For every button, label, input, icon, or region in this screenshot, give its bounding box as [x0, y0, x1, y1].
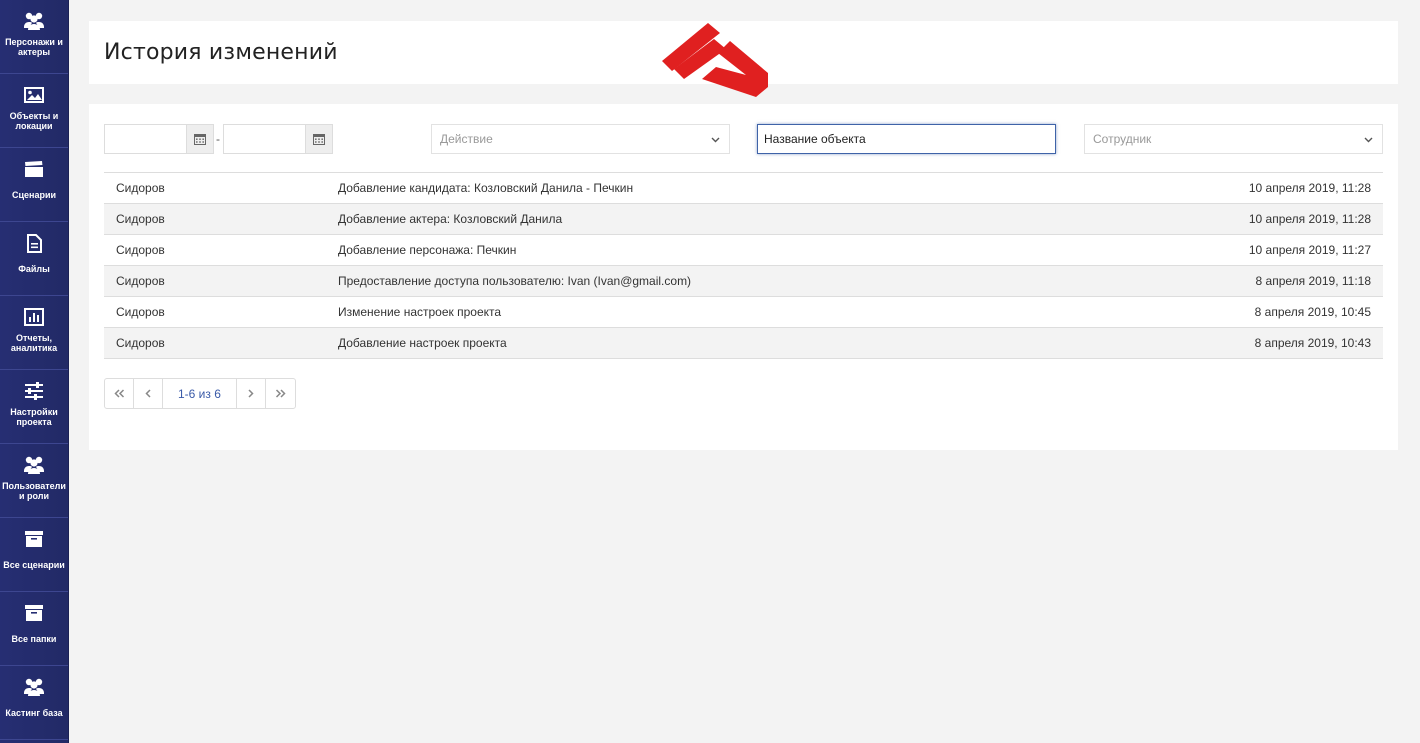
archive-icon: [24, 602, 44, 624]
last-page-button[interactable]: [266, 379, 295, 408]
first-page-button[interactable]: [105, 379, 134, 408]
row-action: Добавление актера: Козловский Данила: [338, 212, 563, 226]
action-select-placeholder: Действие: [440, 132, 493, 146]
row-action: Добавление кандидата: Козловский Данила …: [338, 181, 634, 195]
table-row: Сидоров Добавление кандидата: Козловский…: [104, 173, 1383, 204]
sidebar-item-label: Все папки: [11, 634, 57, 644]
sidebar-item-casting-base[interactable]: Кастинг база: [0, 666, 68, 740]
red-arrow-icon: [662, 23, 768, 97]
row-date: 10 апреля 2019, 11:27: [1248, 243, 1371, 257]
sidebar-item-label: Сценарии: [11, 190, 57, 200]
employee-select[interactable]: Сотрудник: [1084, 124, 1383, 154]
sidebar-item-label: Кастинг база: [5, 708, 63, 718]
chevron-down-icon: [711, 125, 720, 153]
clapperboard-icon: [24, 158, 44, 180]
sidebar-item-label: Файлы: [18, 264, 50, 274]
sidebar-item-all-folders[interactable]: Все папки: [0, 592, 68, 666]
row-date: 8 апреля 2019, 10:45: [1254, 305, 1371, 319]
row-action: Добавление настроек проекта: [338, 336, 507, 350]
row-user: Сидоров: [116, 336, 165, 350]
row-action: Предоставление доступа пользователю: Iva…: [338, 274, 692, 288]
date-to-input[interactable]: [224, 125, 306, 153]
row-date: 10 апреля 2019, 11:28: [1248, 212, 1371, 226]
double-chevron-left-icon: [113, 389, 124, 398]
sidebar-item-project-settings[interactable]: Настройки проекта: [0, 370, 68, 444]
page-title: История изменений: [104, 40, 338, 65]
sidebar-item-label: Объекты и локации: [9, 111, 59, 131]
history-table: Сидоров Добавление кандидата: Козловский…: [104, 172, 1383, 359]
history-panel: - Действие Сотрудник Сидоров Добавление …: [89, 104, 1398, 450]
date-from-input[interactable]: [105, 125, 187, 153]
sidebar: Персонажи и актеры Объекты и локации Сце…: [0, 0, 69, 743]
table-row: Сидоров Добавление персонажа: Печкин 10 …: [104, 235, 1383, 266]
date-separator: -: [216, 132, 220, 146]
row-date: 10 апреля 2019, 11:28: [1248, 181, 1371, 195]
table-row: Сидоров Добавление настроек проекта 8 ап…: [104, 328, 1383, 359]
row-action: Добавление персонажа: Печкин: [338, 243, 517, 257]
page-info: 1-6 из 6: [163, 379, 237, 408]
sidebar-item-all-scenarios[interactable]: Все сценарии: [0, 518, 68, 592]
sidebar-item-files[interactable]: Файлы: [0, 222, 68, 296]
sidebar-item-scenarios[interactable]: Сценарии: [0, 148, 68, 222]
table-row: Сидоров Добавление актера: Козловский Да…: [104, 204, 1383, 235]
row-user: Сидоров: [116, 243, 165, 257]
sidebar-item-users-roles[interactable]: Пользователи и роли: [0, 444, 68, 518]
sidebar-item-label: Персонажи и актеры: [5, 37, 63, 57]
date-to-field[interactable]: [223, 124, 333, 154]
date-from-field[interactable]: [104, 124, 214, 154]
users-icon: [23, 454, 45, 476]
pagination: 1-6 из 6: [104, 378, 296, 409]
table-row: Сидоров Изменение настроек проекта 8 апр…: [104, 297, 1383, 328]
calendar-icon[interactable]: [186, 125, 213, 153]
row-user: Сидоров: [116, 181, 165, 195]
sidebar-item-label: Пользователи и роли: [2, 481, 66, 501]
chevron-left-icon: [144, 389, 151, 398]
next-page-button[interactable]: [237, 379, 266, 408]
row-date: 8 апреля 2019, 11:18: [1255, 274, 1371, 288]
table-row: Сидоров Предоставление доступа пользоват…: [104, 266, 1383, 297]
sliders-icon: [24, 380, 44, 402]
image-icon: [24, 84, 44, 106]
file-icon: [26, 232, 42, 254]
row-date: 8 апреля 2019, 10:43: [1254, 336, 1371, 350]
double-chevron-right-icon: [275, 389, 286, 398]
users-icon: [23, 676, 45, 698]
employee-select-placeholder: Сотрудник: [1093, 132, 1152, 146]
sidebar-item-reports[interactable]: Отчеты, аналитика: [0, 296, 68, 370]
users-icon: [23, 10, 45, 32]
object-name-input[interactable]: [757, 124, 1056, 154]
sidebar-item-label: Все сценарии: [3, 560, 65, 570]
row-action: Изменение настроек проекта: [338, 305, 502, 319]
row-user: Сидоров: [116, 274, 165, 288]
chevron-down-icon: [1364, 125, 1373, 153]
row-user: Сидоров: [116, 305, 165, 319]
sidebar-item-characters[interactable]: Персонажи и актеры: [0, 0, 68, 74]
row-user: Сидоров: [116, 212, 165, 226]
action-select[interactable]: Действие: [431, 124, 730, 154]
calendar-icon[interactable]: [305, 125, 332, 153]
chevron-right-icon: [248, 389, 254, 398]
sidebar-item-label: Отчеты, аналитика: [10, 333, 58, 353]
prev-page-button[interactable]: [134, 379, 163, 408]
sidebar-item-objects[interactable]: Объекты и локации: [0, 74, 68, 148]
archive-icon: [24, 528, 44, 550]
chart-icon: [24, 306, 44, 328]
sidebar-item-label: Настройки проекта: [10, 407, 58, 427]
